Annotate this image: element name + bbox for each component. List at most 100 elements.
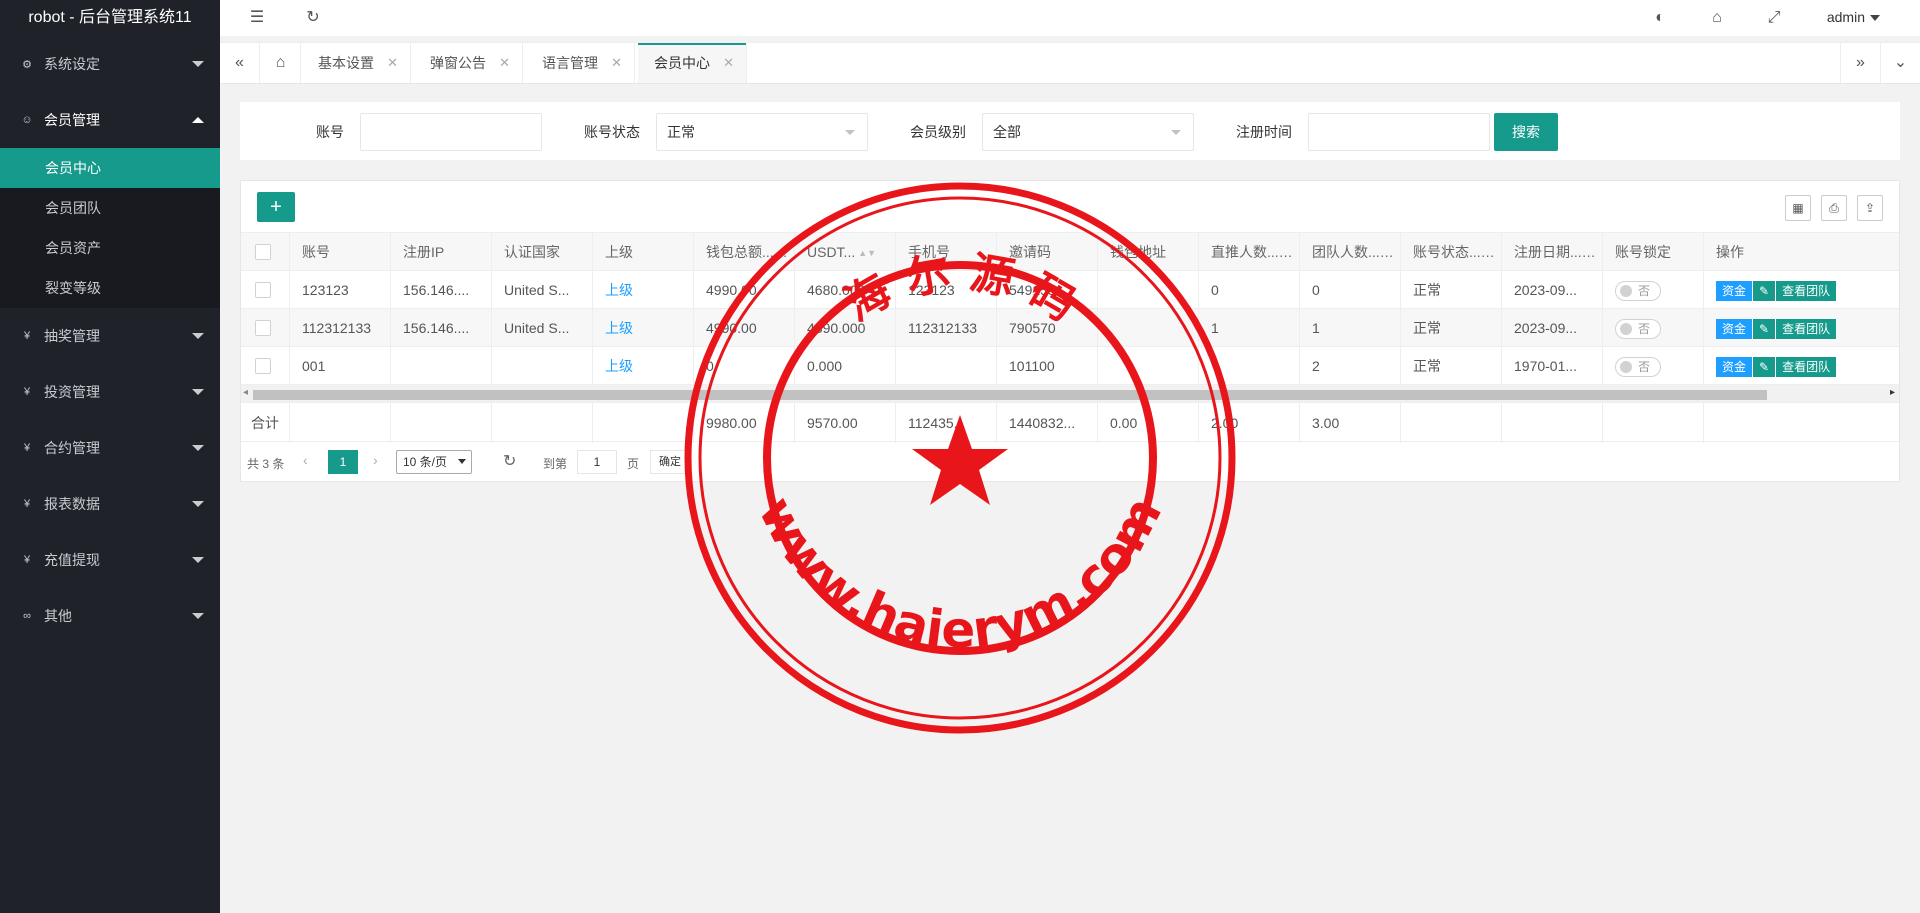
caret-down-icon <box>845 130 855 135</box>
close-icon[interactable]: ✕ <box>387 43 398 83</box>
lock-toggle[interactable]: 否 <box>1615 281 1661 301</box>
sort-icon[interactable]: ▲▼ <box>858 234 876 271</box>
tab-scroll-left-icon[interactable]: « <box>220 43 260 83</box>
col-invite-code[interactable]: 邀请码 <box>997 233 1098 271</box>
funds-button[interactable]: 资金 <box>1716 281 1753 301</box>
menu-group-recharge: ¥ 充值提现 <box>0 532 220 588</box>
menu-contract[interactable]: ¥ 合约管理 <box>0 420 220 476</box>
menu-system-settings[interactable]: ⚙ 系统设定 <box>0 36 220 92</box>
total-direct: 2.00 <box>1199 403 1300 443</box>
next-page-icon[interactable]: › <box>373 452 378 468</box>
edit-icon[interactable]: ✎ <box>1752 319 1777 339</box>
cell-phone <box>896 347 997 385</box>
tab-language[interactable]: 语言管理 ✕ <box>526 43 635 83</box>
add-button[interactable]: + <box>257 192 295 222</box>
scroll-thumb[interactable] <box>253 390 1767 400</box>
menu-toggle-icon[interactable]: ☰ <box>247 8 267 28</box>
funds-button[interactable]: 资金 <box>1716 357 1753 377</box>
cell-wallet-total: 4990.00 <box>694 271 795 309</box>
row-checkbox[interactable] <box>255 358 271 374</box>
cell-parent-link[interactable]: 上级 <box>593 309 694 347</box>
scroll-right-icon[interactable]: ▸ <box>1890 387 1895 398</box>
export-icon[interactable]: ⇪ <box>1857 195 1883 221</box>
menu-member-management[interactable]: ☺ 会员管理 <box>0 92 220 148</box>
goto-confirm-button[interactable]: 确定 <box>650 450 690 474</box>
row-checkbox[interactable] <box>255 282 271 298</box>
cell-wallet-address <box>1098 309 1199 347</box>
cell-status: 正常 <box>1401 309 1502 347</box>
sidebar-item-member-assets[interactable]: 会员资产 <box>0 228 220 268</box>
level-select[interactable]: 全部 <box>982 113 1194 151</box>
search-button[interactable]: 搜索 <box>1494 113 1558 151</box>
chevron-up-icon <box>192 117 204 123</box>
tab-scroll-right-icon[interactable]: » <box>1840 43 1880 83</box>
tag-icon[interactable]: ⌂ <box>1707 8 1727 28</box>
col-direct-count[interactable]: 直推人数... ▲▼ <box>1199 233 1300 271</box>
col-phone[interactable]: 手机号 <box>896 233 997 271</box>
col-country[interactable]: 认证国家 <box>492 233 593 271</box>
sidebar-item-member-center[interactable]: 会员中心 <box>0 148 220 188</box>
menu-other[interactable]: ∞ 其他 <box>0 588 220 644</box>
close-icon[interactable]: ✕ <box>499 43 510 83</box>
edit-icon[interactable]: ✎ <box>1752 281 1777 301</box>
tab-popup-notice[interactable]: 弹窗公告 ✕ <box>414 43 523 83</box>
col-wallet-total[interactable]: 钱包总额... ▲▼ <box>694 233 795 271</box>
lock-toggle[interactable]: 否 <box>1615 319 1661 339</box>
view-team-button[interactable]: 查看团队 <box>1776 319 1837 339</box>
cell-parent-link[interactable]: 上级 <box>593 347 694 385</box>
row-checkbox[interactable] <box>255 320 271 336</box>
col-reg-ip[interactable]: 注册IP <box>391 233 492 271</box>
col-usdt[interactable]: USDT... ▲▼ <box>795 233 896 271</box>
col-lock[interactable]: 账号锁定 <box>1603 233 1704 271</box>
sidebar: robot - 后台管理系统11 ⚙ 系统设定 ☺ 会员管理 会员中心 会员团队… <box>0 0 220 913</box>
menu-recharge-withdraw[interactable]: ¥ 充值提现 <box>0 532 220 588</box>
lock-toggle[interactable]: 否 <box>1615 357 1661 377</box>
goto-label: 到第 <box>543 457 568 471</box>
sidebar-item-fission-level[interactable]: 裂变等级 <box>0 268 220 308</box>
refresh-icon[interactable]: ↻ <box>503 451 516 471</box>
status-select[interactable]: 正常 <box>656 113 868 151</box>
prev-page-icon[interactable]: ‹ <box>303 452 308 468</box>
edit-icon[interactable]: ✎ <box>1752 357 1777 377</box>
menu-reports[interactable]: ¥ 报表数据 <box>0 476 220 532</box>
col-status[interactable]: 账号状态... ▲▼ <box>1401 233 1502 271</box>
view-team-button[interactable]: 查看团队 <box>1776 281 1837 301</box>
chevron-down-icon[interactable]: ⌄ <box>1880 43 1920 83</box>
columns-icon[interactable]: ▦ <box>1785 195 1811 221</box>
cell-account: 001 <box>290 347 391 385</box>
account-input[interactable] <box>360 113 542 151</box>
theme-icon[interactable]: ◐ <box>1650 8 1670 28</box>
table-header: 账号 注册IP 认证国家 上级 钱包总额... ▲▼ USDT... ▲▼ 手机号 … <box>241 232 1899 271</box>
view-team-button[interactable]: 查看团队 <box>1776 357 1837 377</box>
close-icon[interactable]: ✕ <box>723 43 734 83</box>
menu-investment[interactable]: ¥ 投资管理 <box>0 364 220 420</box>
menu-lottery[interactable]: ¥ 抽奖管理 <box>0 308 220 364</box>
cell-status: 正常 <box>1401 271 1502 309</box>
regtime-input[interactable] <box>1308 113 1490 151</box>
fullscreen-icon[interactable]: ⤢ <box>1764 8 1784 28</box>
col-wallet-address[interactable]: 钱包地址 <box>1098 233 1199 271</box>
sidebar-item-member-team[interactable]: 会员团队 <box>0 188 220 228</box>
cell-parent-link[interactable]: 上级 <box>593 271 694 309</box>
tab-basic-settings[interactable]: 基本设置 ✕ <box>302 43 411 83</box>
cell-direct-count: 1 <box>1199 309 1300 347</box>
home-icon[interactable]: ⌂ <box>261 43 301 83</box>
col-team-count[interactable]: 团队人数... ▲▼ <box>1300 233 1401 271</box>
select-all-checkbox[interactable] <box>255 244 271 260</box>
print-icon[interactable]: ⎙ <box>1821 195 1847 221</box>
toggle-knob <box>1620 323 1632 335</box>
col-reg-date[interactable]: 注册日期... ▲▼ <box>1502 233 1603 271</box>
cell-wallet-address <box>1098 347 1199 385</box>
horizontal-scrollbar[interactable]: ◂ ▸ <box>241 384 1899 402</box>
page-1-button[interactable]: 1 <box>328 450 358 474</box>
funds-button[interactable]: 资金 <box>1716 319 1753 339</box>
goto-page-input[interactable]: 1 <box>577 450 617 474</box>
col-parent[interactable]: 上级 <box>593 233 694 271</box>
user-menu[interactable]: admin <box>1827 9 1880 25</box>
scroll-left-icon[interactable]: ◂ <box>243 387 248 398</box>
page-size-select[interactable]: 10 条/页 <box>396 450 472 474</box>
refresh-icon[interactable]: ↻ <box>303 8 323 28</box>
tab-member-center[interactable]: 会员中心 ✕ <box>638 43 747 83</box>
close-icon[interactable]: ✕ <box>611 43 622 83</box>
col-account[interactable]: 账号 <box>290 233 391 271</box>
